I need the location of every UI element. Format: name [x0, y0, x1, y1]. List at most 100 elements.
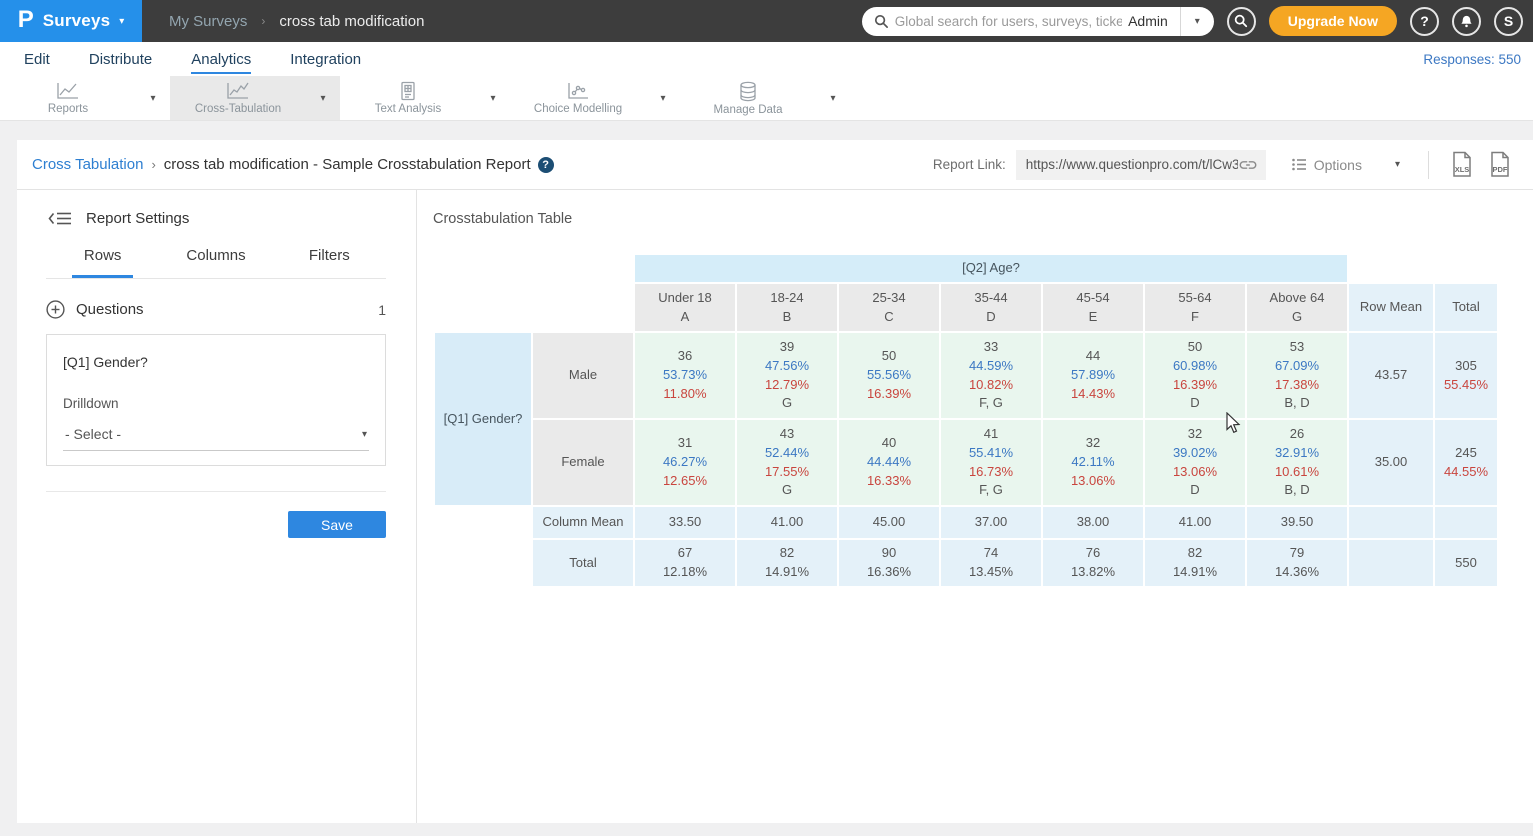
- add-question-icon[interactable]: [46, 300, 65, 319]
- tab-filters[interactable]: Filters: [273, 247, 386, 278]
- tab-label: Rows: [72, 247, 134, 278]
- export-pdf-button[interactable]: PDF: [1488, 151, 1512, 178]
- crosstab-main: Crosstabulation Table [Q2] Age?Under 18A…: [417, 190, 1533, 823]
- choice-modelling-dropdown[interactable]: ▾: [646, 76, 680, 120]
- spacer-cell: [1349, 255, 1497, 282]
- product-name: Surveys: [43, 11, 111, 31]
- row-mean-cell: 35.00: [1349, 420, 1433, 505]
- breadcrumb-my-surveys[interactable]: My Surveys: [169, 13, 247, 30]
- column-header-cell: Above 64G: [1247, 284, 1347, 331]
- responses-count: Responses: 550: [1423, 52, 1521, 67]
- toolbar-label: Text Analysis: [375, 103, 441, 115]
- drilldown-selected-value: - Select -: [65, 426, 362, 442]
- toolbar-label: Choice Modelling: [534, 103, 622, 115]
- xls-file-icon: XLS: [1450, 151, 1474, 178]
- chevron-down-icon: ▾: [660, 93, 665, 104]
- column-total-cell: 8214.91%: [737, 540, 837, 586]
- link-icon: [1238, 158, 1258, 172]
- column-question-banner: [Q2] Age?: [635, 255, 1347, 282]
- nav-tab-analytics[interactable]: Analytics: [191, 45, 251, 74]
- toolbar-cross-tabulation[interactable]: Cross-Tabulation ▾: [170, 76, 340, 120]
- report-settings-panel: Report Settings Rows Columns Filters Que…: [17, 190, 417, 823]
- cross-tabulation-chart-icon: [225, 81, 251, 101]
- questions-section-label: Questions: [76, 301, 144, 318]
- reports-dropdown[interactable]: ▾: [136, 76, 170, 120]
- settings-panel-title: Report Settings: [86, 210, 189, 227]
- crosstab-table-title: Crosstabulation Table: [433, 211, 1533, 227]
- row-label-cell: Female: [533, 420, 633, 505]
- tab-rows[interactable]: Rows: [46, 247, 159, 278]
- questions-count: 1: [378, 302, 386, 318]
- nav-tab-integration[interactable]: Integration: [290, 45, 361, 74]
- nav-tab-distribute[interactable]: Distribute: [89, 45, 152, 74]
- question-mark-icon: ?: [1420, 13, 1429, 29]
- empty-cell: [1349, 540, 1433, 586]
- breadcrumb-cross-tabulation-link[interactable]: Cross Tabulation: [32, 156, 143, 173]
- help-button[interactable]: ?: [1410, 7, 1439, 36]
- data-cell: 3344.59%10.82%F, G: [941, 333, 1041, 418]
- text-analysis-dropdown[interactable]: ▾: [476, 76, 510, 120]
- spacer-cell: [435, 540, 531, 586]
- manage-data-dropdown[interactable]: ▾: [816, 76, 850, 120]
- column-header-cell: Under 18A: [635, 284, 735, 331]
- data-cell: 3653.73%11.80%: [635, 333, 735, 418]
- questionpro-logo-icon: P: [18, 8, 34, 32]
- cross-tabulation-dropdown[interactable]: ▾: [306, 76, 340, 120]
- save-button[interactable]: Save: [288, 511, 386, 538]
- settings-tabs: Rows Columns Filters: [46, 247, 386, 279]
- svg-text:PDF: PDF: [1493, 165, 1508, 174]
- bottom-strip: [0, 823, 1533, 836]
- search-scope-dropdown[interactable]: ▾: [1180, 7, 1214, 36]
- row-total-cell: 30555.45%: [1435, 333, 1497, 418]
- text-analysis-icon: [397, 81, 419, 101]
- toolbar-label: Cross-Tabulation: [195, 103, 281, 115]
- toolbar-manage-data[interactable]: Manage Data ▾: [680, 76, 850, 120]
- toolbar-choice-modelling[interactable]: Choice Modelling ▾: [510, 76, 680, 120]
- row-mean-header-cell: Row Mean: [1349, 284, 1433, 331]
- data-cell: 2632.91%10.61%B, D: [1247, 420, 1347, 505]
- question-card: [Q1] Gender? Drilldown - Select - ▾: [46, 334, 386, 466]
- nav-tab-edit[interactable]: Edit: [24, 45, 50, 74]
- account-avatar[interactable]: S: [1494, 7, 1523, 36]
- chevron-down-icon: ▾: [320, 93, 325, 104]
- report-help-icon[interactable]: ?: [538, 157, 554, 173]
- export-xls-button[interactable]: XLS: [1450, 151, 1474, 178]
- report-link-field[interactable]: https://www.questionpro.com/t/lCw3Zc: [1016, 150, 1266, 180]
- top-header: P Surveys ▾ My Surveys › cross tab modif…: [0, 0, 1533, 42]
- question-title: [Q1] Gender?: [63, 354, 369, 370]
- search-icon: [1234, 14, 1248, 28]
- bell-icon: [1459, 14, 1474, 29]
- reports-chart-icon: [55, 81, 81, 101]
- tab-columns[interactable]: Columns: [159, 247, 272, 278]
- toolbar-text-analysis[interactable]: Text Analysis ▾: [340, 76, 510, 120]
- top-breadcrumb: My Surveys › cross tab modification: [169, 13, 424, 30]
- column-header-cell: 25-34C: [839, 284, 939, 331]
- drilldown-select[interactable]: - Select - ▾: [63, 426, 369, 451]
- list-options-icon: [1292, 158, 1307, 171]
- column-total-cell: 7914.36%: [1247, 540, 1347, 586]
- divider: [1428, 151, 1429, 179]
- upgrade-now-button[interactable]: Upgrade Now: [1269, 6, 1397, 36]
- breadcrumb-separator-icon: ›: [261, 14, 265, 28]
- product-switcher[interactable]: P Surveys ▾: [0, 0, 142, 42]
- search-button[interactable]: [1227, 7, 1256, 36]
- grand-total-cell: 550: [1435, 540, 1497, 586]
- column-mean-cell: 45.00: [839, 507, 939, 538]
- total-label-cell: Total: [533, 540, 633, 586]
- collapse-panel-icon[interactable]: [48, 211, 72, 226]
- avatar-initial: S: [1504, 13, 1513, 29]
- search-input[interactable]: [889, 14, 1128, 29]
- column-mean-cell: 41.00: [1145, 507, 1245, 538]
- column-mean-cell: 39.50: [1247, 507, 1347, 538]
- analytics-toolbar: Reports ▾ Cross-Tabulation ▾ Text Analys…: [0, 76, 1533, 121]
- row-mean-cell: 43.57: [1349, 333, 1433, 418]
- question-mark-icon: ?: [542, 159, 549, 171]
- data-cell: 3947.56%12.79%G: [737, 333, 837, 418]
- data-cell: 4352.44%17.55%G: [737, 420, 837, 505]
- survey-nav: Edit Distribute Analytics Integration Re…: [0, 42, 1533, 76]
- toolbar-reports[interactable]: Reports ▾: [0, 76, 170, 120]
- choice-modelling-icon: [565, 81, 591, 101]
- notifications-button[interactable]: [1452, 7, 1481, 36]
- column-header-cell: 55-64F: [1145, 284, 1245, 331]
- options-menu-button[interactable]: Options ▾: [1292, 157, 1400, 173]
